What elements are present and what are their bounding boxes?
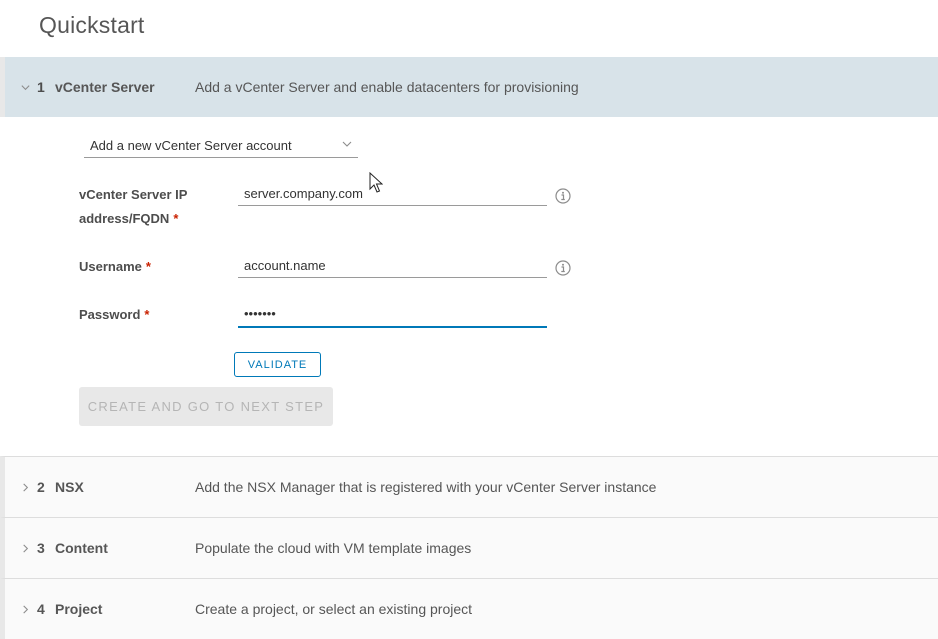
step-number: 3 [37,540,45,556]
chevron-down-icon [342,141,352,147]
page-title: Quickstart [39,12,145,38]
step-number: 1 [37,79,45,95]
step-header-nsx[interactable]: 2 NSX Add the NSX Manager that is regist… [0,456,938,517]
username-label: Username [79,259,142,274]
server-address-input[interactable]: server.company.com [238,184,547,206]
chevron-down-icon [15,82,35,93]
mouse-cursor-icon [369,172,383,193]
step-number: 2 [37,479,45,495]
account-select-value: Add a new vCenter Server account [90,138,292,153]
chevron-right-icon [15,543,35,554]
step-title: Content [55,540,108,556]
step-panel-project: 4 Project Create a project, or select an… [0,578,938,639]
step-body-vcenter: Add a new vCenter Server account vCenter… [0,117,938,456]
step-number: 4 [37,601,45,617]
chevron-right-icon [15,604,35,615]
required-mark: * [144,307,150,322]
step-panel-vcenter: 1 vCenter Server Add a vCenter Server an… [0,57,938,456]
step-title: NSX [55,479,84,495]
password-field-label: Password * [79,303,149,327]
server-label-line1: vCenter Server IP [79,187,188,202]
server-label-line2: address/FQDN [79,211,170,226]
username-input[interactable]: account.name [238,256,547,278]
info-icon[interactable] [555,188,571,204]
step-header-vcenter[interactable]: 1 vCenter Server Add a vCenter Server an… [0,57,938,117]
step-title: Project [55,601,103,617]
step-description: Add a vCenter Server and enable datacent… [195,79,579,95]
username-field-label: Username * [79,255,151,279]
chevron-right-icon [15,482,35,493]
server-field-label: vCenter Server IP address/FQDN * [79,183,187,231]
step-panel-content: 3 Content Populate the cloud with VM tem… [0,517,938,578]
step-description: Create a project, or select an existing … [195,601,473,617]
create-and-next-button: CREATE AND GO TO NEXT STEP [79,387,333,426]
password-input[interactable]: ••••••• [238,304,547,328]
info-icon[interactable] [555,260,571,276]
required-mark: * [145,259,151,274]
quickstart-accordion: 1 vCenter Server Add a vCenter Server an… [0,57,938,639]
account-select[interactable]: Add a new vCenter Server account [84,136,358,158]
step-title: vCenter Server [55,79,155,95]
step-header-content[interactable]: 3 Content Populate the cloud with VM tem… [0,517,938,578]
step-description: Populate the cloud with VM template imag… [195,540,472,556]
password-label: Password [79,307,141,322]
validate-button[interactable]: VALIDATE [234,352,321,377]
step-panel-nsx: 2 NSX Add the NSX Manager that is regist… [0,456,938,517]
step-header-project[interactable]: 4 Project Create a project, or select an… [0,578,938,639]
step-description: Add the NSX Manager that is registered w… [195,479,657,495]
required-mark: * [173,211,179,226]
